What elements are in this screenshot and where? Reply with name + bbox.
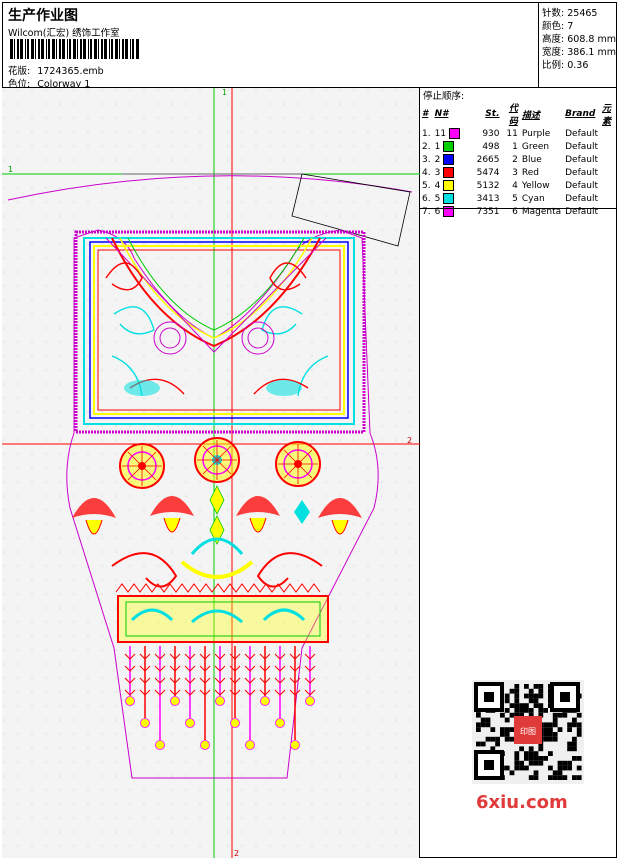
- color-swatch: [448, 128, 460, 139]
- guide-v2-label: 2: [234, 849, 239, 858]
- company-name: Wilcom(汇宏) 绣饰工作室: [8, 28, 120, 39]
- table-row[interactable]: 7. 6 7351 6 Magenta Default: [420, 205, 617, 218]
- table-row[interactable]: 5. 4 5132 4 Yellow Default: [420, 179, 617, 192]
- panel-divider: [420, 208, 617, 209]
- qr-code: 印图: [472, 680, 584, 784]
- table-row[interactable]: 6. 5 3413 5 Cyan Default: [420, 192, 617, 205]
- guide-v1-label: 1: [222, 88, 227, 97]
- design-canvas[interactable]: 1 1 2 2: [2, 88, 420, 858]
- color-swatch: [443, 154, 455, 165]
- stat-height: 高度: 608.8 mm: [542, 34, 616, 45]
- stats-panel: 针数: 25465 颜色: 7 高度: 608.8 mm 宽度: 386.1 m…: [539, 2, 617, 88]
- embroidery-design: 1 1 2 2: [2, 88, 420, 858]
- table-row[interactable]: 2. 1 498 1 Green Default: [420, 140, 617, 153]
- site-logo: 6xiu.com: [476, 792, 568, 813]
- stop-sequence-table: # N# St. 代码 描述 Brand 元素 1. 11 930 11 Purple…: [420, 101, 617, 218]
- table-row[interactable]: 4. 3 5474 3 Red Default: [420, 166, 617, 179]
- page-title: 生产作业图: [8, 8, 78, 24]
- table-row[interactable]: 1. 11 930 11 Purple Default: [420, 127, 617, 140]
- color-swatch: [443, 193, 455, 204]
- color-swatch: [443, 141, 455, 152]
- barcode: [10, 39, 139, 59]
- table-row[interactable]: 3. 2 2665 2 Blue Default: [420, 153, 617, 166]
- color-swatch: [443, 167, 455, 178]
- guide-h1-label: 1: [8, 165, 13, 174]
- stat-scale: 比例: 0.36: [542, 60, 589, 71]
- header-info: 生产作业图 Wilcom(汇宏) 绣饰工作室 花版: 1724365.emb 色…: [2, 2, 539, 90]
- design-file: 花版: 1724365.emb: [8, 63, 104, 77]
- stat-stitches: 针数: 25465: [542, 8, 598, 19]
- table-header-row: # N# St. 代码 描述 Brand 元素: [422, 104, 612, 127]
- svg-text:印图: 印图: [520, 727, 536, 736]
- medallion-row: [119, 437, 321, 489]
- stat-width: 宽度: 386.1 mm: [542, 47, 616, 58]
- color-swatch: [443, 180, 455, 191]
- stop-sequence-title: 停止顺序:: [423, 91, 465, 102]
- stat-colors: 颜色: 7: [542, 21, 574, 32]
- guide-h2-label: 2: [407, 436, 412, 445]
